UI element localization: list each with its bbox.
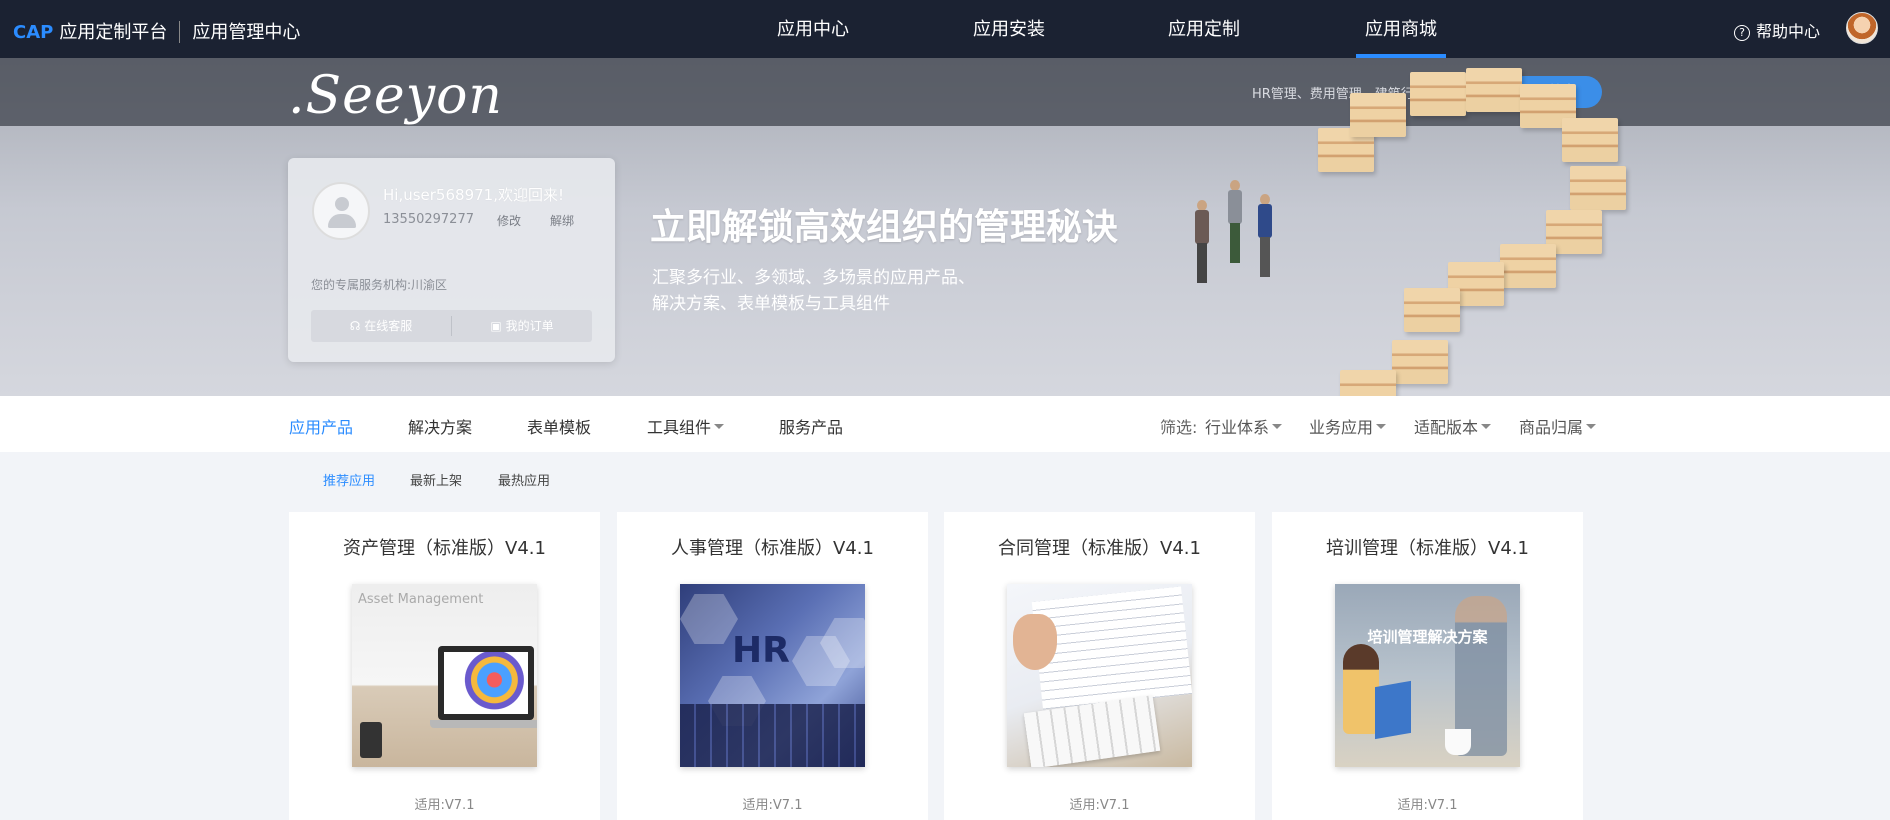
brand[interactable]: CAP 应用定制平台 应用管理中心 [13, 18, 300, 44]
chevron-down-icon [1376, 424, 1387, 429]
product-image-contract[interactable] [1007, 584, 1192, 767]
my-orders-label: 我的订单 [505, 319, 554, 333]
figure-person-icon [1228, 180, 1242, 266]
user-phone: 13550297277 [383, 212, 474, 227]
edit-phone-link[interactable]: 修改 [497, 212, 521, 229]
product-version: 适用:V7.1 [1397, 798, 1458, 813]
online-service-label: 在线客服 [364, 319, 413, 333]
product-version: 适用:V7.1 [1069, 798, 1130, 813]
filter-label: 筛选: [1160, 418, 1198, 437]
tab-tool-components-label: 工具组件 [647, 418, 712, 437]
chevron-down-icon [1272, 424, 1283, 429]
user-card: Hi,user568971,欢迎回来! 13550297277 修改 解绑 您的… [288, 158, 615, 362]
tab-form-templates[interactable]: 表单模板 [527, 414, 591, 438]
filter-ownership[interactable]: 商品归属 [1519, 414, 1597, 438]
hero-banner: .Seeyon HR管理、费用管理、建筑行业 搜索 Hi,user568971,… [0, 58, 1890, 396]
user-avatar-icon[interactable] [1846, 12, 1878, 44]
tab-service-products[interactable]: 服务产品 [779, 414, 843, 438]
subtab-hottest[interactable]: 最热应用 [498, 470, 550, 489]
product-card-contract[interactable]: 合同管理（标准版）V4.1 适用:V7.1 [944, 512, 1255, 820]
chevron-down-icon [1481, 424, 1492, 429]
product-image-label: 培训管理解决方案 [1367, 628, 1488, 646]
filter-business-app[interactable]: 业务应用 [1309, 414, 1387, 438]
question-circle-icon: ? [1734, 25, 1750, 41]
subtab-newest[interactable]: 最新上架 [410, 470, 462, 489]
user-avatar-placeholder-icon[interactable] [312, 182, 370, 240]
top-navigation-bar: CAP 应用定制平台 应用管理中心 应用中心 应用安装 应用定制 应用商城 ? 帮助中… [0, 0, 1890, 58]
category-bar: 应用产品 解决方案 表单模板 工具组件 服务产品 筛选: 行业体系 业务应用 适… [0, 396, 1890, 452]
chevron-down-icon [1586, 424, 1597, 429]
my-orders-button[interactable]: ▣ 我的订单 [452, 310, 592, 342]
product-image-label: HR [732, 630, 790, 671]
brand-name: 应用定制平台 [59, 22, 168, 43]
nav-app-center[interactable]: 应用中心 [770, 0, 856, 58]
filter-industry[interactable]: 行业体系 [1205, 414, 1283, 438]
tab-tool-components[interactable]: 工具组件 [647, 414, 725, 438]
tab-app-products[interactable]: 应用产品 [289, 414, 353, 438]
filter-version[interactable]: 适配版本 [1414, 414, 1492, 438]
product-title[interactable]: 合同管理（标准版）V4.1 [944, 534, 1255, 560]
product-version: 适用:V7.1 [414, 798, 475, 813]
product-card-hr[interactable]: 人事管理（标准版）V4.1 HR 适用:V7.1 [617, 512, 928, 820]
filter-industry-label: 行业体系 [1205, 418, 1270, 437]
user-greeting: Hi,user568971,欢迎回来! [383, 186, 564, 204]
figure-person-icon [1195, 200, 1209, 286]
product-title[interactable]: 资产管理（标准版）V4.1 [289, 534, 600, 560]
nav-app-customize[interactable]: 应用定制 [1161, 0, 1247, 58]
product-title[interactable]: 人事管理（标准版）V4.1 [617, 534, 928, 560]
help-label: 帮助中心 [1756, 22, 1821, 41]
chevron-down-icon [714, 424, 725, 429]
product-card-asset[interactable]: 资产管理（标准版）V4.1 Asset Management 适用:V7.1 [289, 512, 600, 820]
product-image-hr[interactable]: HR [680, 584, 865, 767]
search-strip: .Seeyon HR管理、费用管理、建筑行业 搜索 [0, 58, 1890, 126]
product-version: 适用:V7.1 [742, 798, 803, 813]
figure-person-icon [1258, 194, 1272, 280]
hero-slogan-sub-line-1: 汇聚多行业、多领域、多场景的应用产品、 [652, 268, 975, 288]
seeyon-logo[interactable]: .Seeyon [288, 66, 503, 126]
order-icon: ▣ [490, 319, 506, 333]
headset-icon: ☊ [349, 319, 365, 333]
product-image-label: Asset Management [358, 592, 484, 607]
brand-cap-logo: CAP [13, 22, 54, 43]
nav-app-install[interactable]: 应用安装 [966, 0, 1052, 58]
brand-section: 应用管理中心 [192, 22, 301, 43]
hero-slogan-sub-line-2: 解决方案、表单模板与工具组件 [652, 294, 890, 314]
filter-version-label: 适配版本 [1414, 418, 1479, 437]
people-icon [680, 594, 738, 644]
subtab-recommended[interactable]: 推荐应用 [323, 470, 375, 489]
product-title[interactable]: 培训管理（标准版）V4.1 [1272, 534, 1583, 560]
brand-divider [179, 21, 181, 43]
filter-business-app-label: 业务应用 [1309, 418, 1374, 437]
product-card-training[interactable]: 培训管理（标准版）V4.1 培训管理解决方案 适用:V7.1 [1272, 512, 1583, 820]
online-service-button[interactable]: ☊ 在线客服 [311, 310, 451, 342]
service-org: 您的专属服务机构:川渝区 [311, 278, 448, 292]
help-center-link[interactable]: ? 帮助中心 [1734, 18, 1820, 42]
product-image-asset[interactable]: Asset Management [352, 584, 537, 767]
nav-app-store[interactable]: 应用商城 [1356, 0, 1446, 58]
tab-solutions[interactable]: 解决方案 [408, 414, 472, 438]
hero-slogan: 立即解锁高效组织的管理秘诀 [650, 207, 1119, 248]
filter-ownership-label: 商品归属 [1519, 418, 1584, 437]
user-card-actions: ☊ 在线客服 ▣ 我的订单 [311, 310, 592, 342]
product-image-training[interactable]: 培训管理解决方案 [1335, 584, 1520, 767]
unbind-phone-link[interactable]: 解绑 [550, 212, 574, 229]
